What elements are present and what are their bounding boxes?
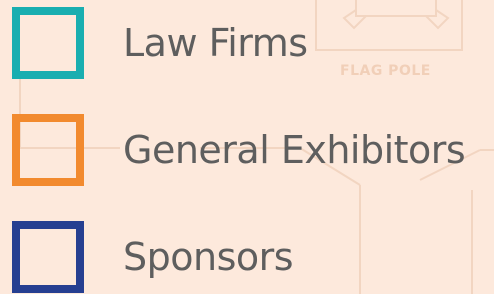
legend-label-sponsors: Sponsors [123, 234, 294, 279]
legend-item-general-exhibitors: General Exhibitors [12, 112, 466, 187]
legend-swatch-law-firms [12, 6, 84, 79]
flag-pole-label: FLAG POLE [340, 63, 431, 79]
legend-swatch-sponsors [12, 220, 84, 293]
legend-swatch-general-exhibitors [12, 113, 84, 186]
legend-label-general-exhibitors: General Exhibitors [123, 127, 466, 172]
legend-label-law-firms: Law Firms [123, 20, 308, 65]
legend-item-sponsors: Sponsors [12, 219, 294, 294]
legend-item-law-firms: Law Firms [12, 5, 308, 80]
